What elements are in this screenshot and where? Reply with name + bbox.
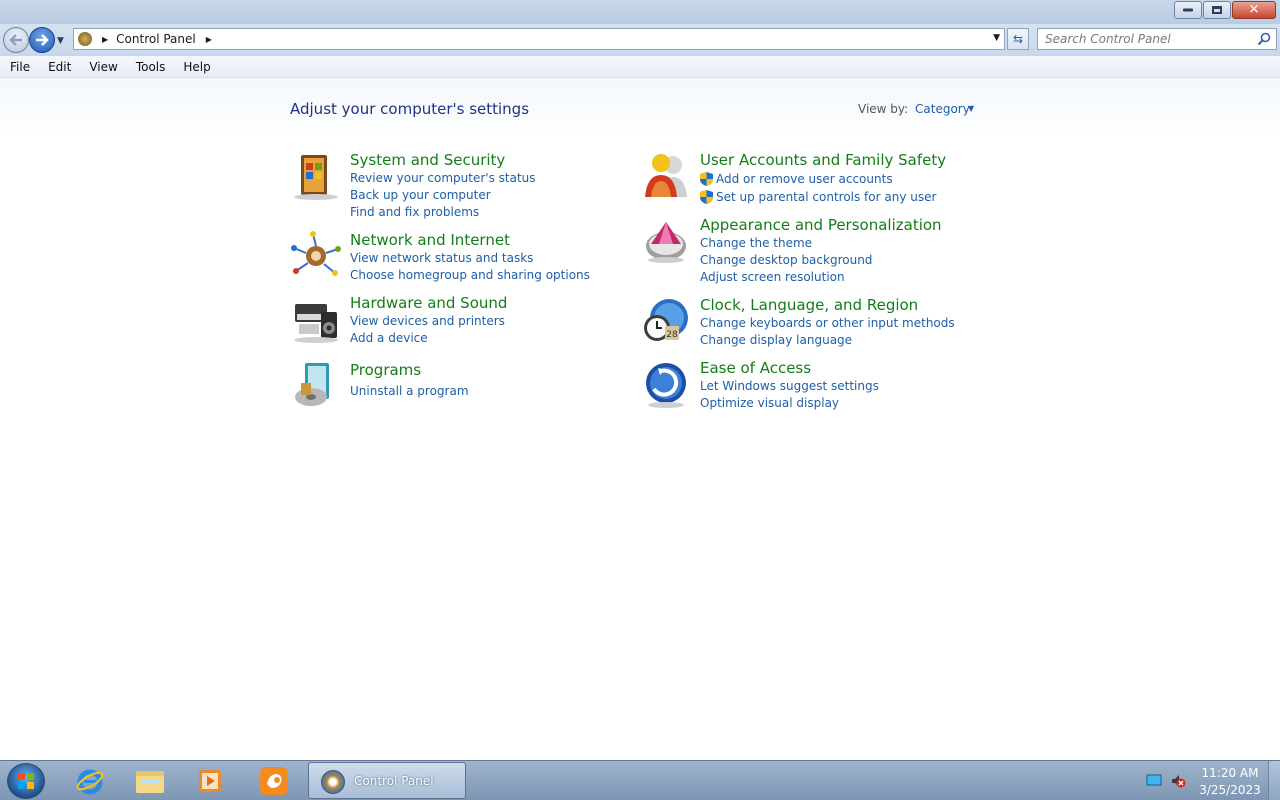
appearance-icon[interactable] bbox=[641, 216, 691, 266]
title-bar: ✕ bbox=[0, 0, 1280, 24]
taskbar: Control Panel 11:20 AM 3/25/2023 bbox=[0, 760, 1280, 800]
link-suggest-settings[interactable]: Let Windows suggest settings bbox=[700, 378, 879, 395]
user-accounts-icon[interactable] bbox=[641, 151, 691, 201]
category-title-appearance[interactable]: Appearance and Personalization bbox=[700, 216, 942, 234]
show-desktop-button[interactable] bbox=[1268, 761, 1280, 800]
forward-arrow-icon bbox=[36, 34, 49, 46]
address-bar[interactable]: ▶ Control Panel ▶ ▼ bbox=[73, 28, 1005, 50]
link-homegroup-sharing[interactable]: Choose homegroup and sharing options bbox=[350, 267, 590, 284]
control-panel-icon bbox=[321, 770, 345, 794]
link-screen-resolution[interactable]: Adjust screen resolution bbox=[700, 269, 872, 286]
programs-icon[interactable] bbox=[291, 361, 341, 411]
minimize-icon bbox=[1183, 8, 1193, 12]
taskbar-uc-browser[interactable] bbox=[252, 764, 296, 798]
network-internet-icon[interactable] bbox=[291, 231, 341, 281]
search-icon[interactable] bbox=[1257, 32, 1271, 46]
system-security-icon[interactable] bbox=[291, 151, 341, 201]
search-box bbox=[1037, 28, 1277, 50]
category-title-network-internet[interactable]: Network and Internet bbox=[350, 231, 510, 249]
refresh-button[interactable]: ⇆ bbox=[1007, 28, 1029, 50]
forward-button[interactable] bbox=[29, 27, 55, 53]
category-title-programs[interactable]: Programs bbox=[350, 361, 421, 379]
menu-tools[interactable]: Tools bbox=[126, 60, 174, 74]
back-arrow-icon bbox=[9, 34, 22, 46]
calendar-date-glyph: 28 bbox=[666, 330, 678, 340]
link-optimize-display[interactable]: Optimize visual display bbox=[700, 395, 879, 412]
taskbar-control-panel-window[interactable]: Control Panel bbox=[308, 762, 466, 799]
content-area: Adjust your computer's settings View by:… bbox=[0, 78, 1280, 760]
menu-help[interactable]: Help bbox=[173, 60, 218, 74]
back-button[interactable] bbox=[3, 27, 29, 53]
page-title: Adjust your computer's settings bbox=[290, 100, 530, 118]
taskbar-media-player[interactable] bbox=[188, 764, 232, 798]
category-title-ease-of-access[interactable]: Ease of Access bbox=[700, 359, 811, 377]
menu-edit[interactable]: Edit bbox=[38, 60, 79, 74]
windows-logo-icon bbox=[18, 773, 34, 789]
breadcrumb-chevron-icon[interactable]: ▶ bbox=[102, 35, 108, 44]
uac-shield-icon bbox=[700, 190, 713, 204]
taskbar-internet-explorer[interactable] bbox=[68, 764, 112, 798]
menu-view[interactable]: View bbox=[79, 60, 125, 74]
link-network-status[interactable]: View network status and tasks bbox=[350, 250, 590, 267]
clock-language-icon[interactable]: 28 bbox=[641, 296, 691, 346]
link-desktop-background[interactable]: Change desktop background bbox=[700, 252, 872, 269]
start-button[interactable] bbox=[7, 763, 45, 799]
hardware-sound-icon[interactable] bbox=[291, 294, 341, 344]
link-change-theme[interactable]: Change the theme bbox=[700, 235, 872, 252]
navigation-bar: ▼ ▶ Control Panel ▶ ▼ ⇆ bbox=[0, 24, 1280, 56]
link-find-fix[interactable]: Find and fix problems bbox=[350, 204, 536, 221]
recent-pages-dropdown[interactable]: ▼ bbox=[57, 36, 64, 46]
internet-explorer-icon bbox=[76, 769, 104, 795]
link-devices-printers[interactable]: View devices and printers bbox=[350, 313, 505, 330]
link-review-status[interactable]: Review your computer's status bbox=[350, 170, 536, 187]
taskbar-clock[interactable]: 11:20 AM 3/25/2023 bbox=[1190, 765, 1270, 799]
refresh-icon: ⇆ bbox=[1012, 32, 1024, 46]
link-parental-controls[interactable]: Set up parental controls for any user bbox=[700, 188, 936, 206]
link-display-language[interactable]: Change display language bbox=[700, 332, 955, 349]
category-title-user-accounts[interactable]: User Accounts and Family Safety bbox=[700, 151, 946, 169]
window-controls: ✕ bbox=[1173, 1, 1276, 19]
view-by-dropdown[interactable]: Category bbox=[915, 102, 970, 116]
link-add-device[interactable]: Add a device bbox=[350, 330, 505, 347]
link-parental-controls-label[interactable]: Set up parental controls for any user bbox=[716, 190, 936, 204]
control-panel-icon bbox=[78, 32, 92, 46]
media-player-icon bbox=[199, 770, 221, 792]
minimize-button[interactable] bbox=[1174, 1, 1202, 19]
close-button[interactable]: ✕ bbox=[1232, 1, 1276, 19]
action-center-icon[interactable] bbox=[1146, 773, 1162, 787]
restore-icon bbox=[1212, 6, 1222, 14]
taskbar-file-explorer[interactable] bbox=[128, 764, 172, 798]
view-by-caret-icon[interactable]: ▼ bbox=[968, 104, 974, 113]
link-add-remove-accounts[interactable]: Add or remove user accounts bbox=[700, 170, 936, 188]
link-add-remove-accounts-label[interactable]: Add or remove user accounts bbox=[716, 172, 893, 186]
search-input[interactable] bbox=[1045, 29, 1255, 49]
system-tray bbox=[1146, 773, 1186, 789]
category-title-clock-language[interactable]: Clock, Language, and Region bbox=[700, 296, 918, 314]
category-title-system-security[interactable]: System and Security bbox=[350, 151, 505, 169]
uac-shield-icon bbox=[700, 172, 713, 186]
taskbar-window-label: Control Panel bbox=[354, 774, 434, 788]
speaker-muted-icon[interactable] bbox=[1170, 773, 1186, 789]
view-by-label: View by: bbox=[858, 102, 909, 116]
link-change-keyboards[interactable]: Change keyboards or other input methods bbox=[700, 315, 955, 332]
clock-date: 3/25/2023 bbox=[1199, 783, 1261, 797]
menu-bar: File Edit View Tools Help bbox=[0, 56, 1280, 78]
menu-file[interactable]: File bbox=[0, 60, 38, 74]
category-title-hardware-sound[interactable]: Hardware and Sound bbox=[350, 294, 507, 312]
clock-time: 11:20 AM bbox=[1201, 766, 1259, 780]
folder-icon bbox=[136, 771, 164, 793]
link-back-up[interactable]: Back up your computer bbox=[350, 187, 536, 204]
breadcrumb-control-panel[interactable]: Control Panel bbox=[116, 32, 196, 46]
close-icon: ✕ bbox=[1248, 2, 1260, 18]
maximize-button[interactable] bbox=[1203, 1, 1231, 19]
address-dropdown-icon[interactable]: ▼ bbox=[993, 33, 1000, 43]
ease-of-access-icon[interactable] bbox=[641, 359, 691, 409]
breadcrumb-chevron-icon[interactable]: ▶ bbox=[206, 35, 212, 44]
uc-browser-icon bbox=[260, 767, 288, 795]
link-uninstall-program[interactable]: Uninstall a program bbox=[350, 383, 469, 400]
